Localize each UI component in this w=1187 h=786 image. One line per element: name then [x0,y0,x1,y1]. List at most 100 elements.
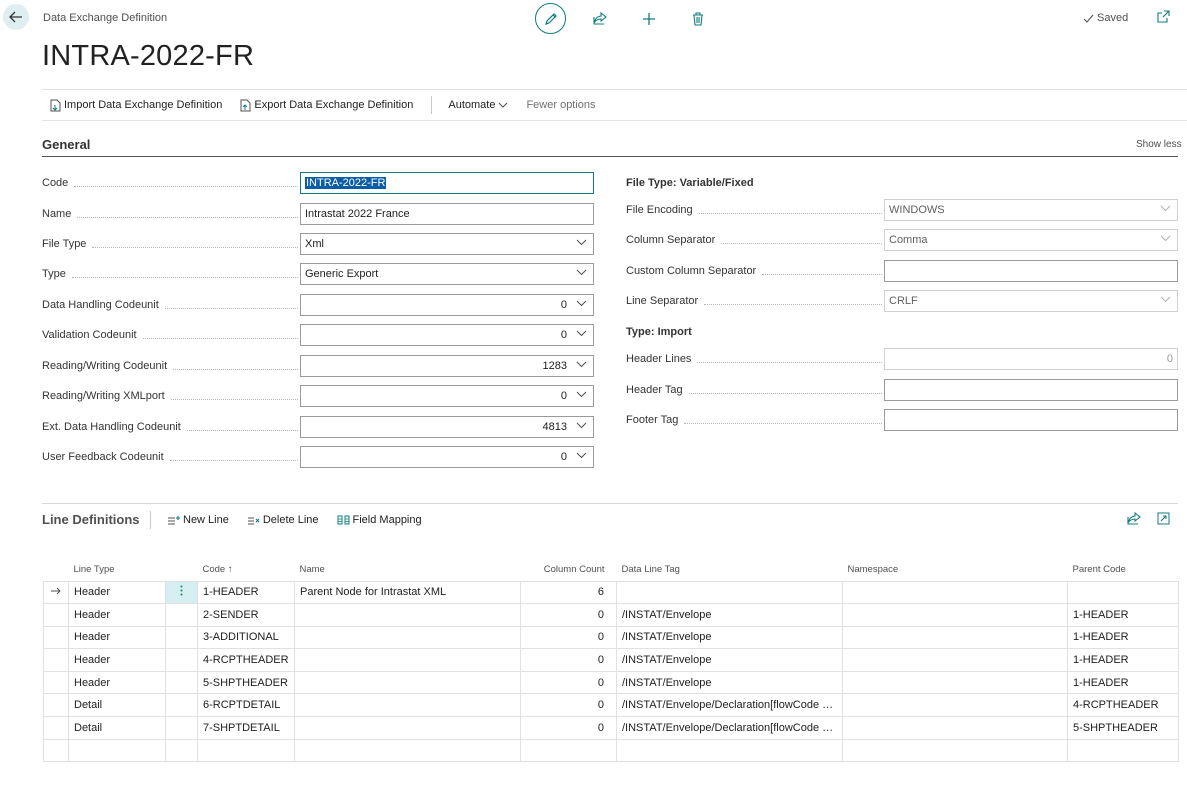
type-select[interactable]: Generic Export [300,263,594,285]
cell-line-type[interactable]: Header [68,625,166,650]
cell-column-count[interactable]: 0 [520,693,617,718]
cell-line-type[interactable]: Header [68,648,166,672]
row-actions-button[interactable] [165,693,198,718]
col-header-name[interactable]: Name [295,558,521,581]
cell-data-line-tag[interactable] [616,580,843,605]
cell-name[interactable]: Parent Node for Intrastat XML [294,580,521,605]
cell-name[interactable] [294,625,521,650]
table-row[interactable]: Header 2-SENDER 0/INSTAT/Envelope 1-HEADER [43,603,1179,627]
new-button[interactable] [633,3,665,34]
cell-data-line-tag[interactable]: /INSTAT/Envelope/Declaration[flowCode =.… [616,716,843,740]
cell-line-type[interactable]: Detail [68,693,166,718]
table-row[interactable]: Header 4-RCPTHEADER 0/INSTAT/Envelope 1-HEA… [43,648,1179,672]
file-type-select[interactable]: Xml [300,233,594,255]
cell-data-line-tag[interactable]: /INSTAT/Envelope [616,625,843,650]
data-handling-codeunit-field[interactable]: 0 [300,294,594,316]
code-field[interactable]: INTRA-2022-FR [300,172,594,194]
table-row[interactable]: Detail 7-SHPTDETAIL 0/INSTAT/Envelope/Decl… [43,716,1179,740]
cell-column-count[interactable]: 0 [520,716,617,740]
cell-code[interactable]: 4-RCPTHEADER [197,648,295,672]
line-separator-select[interactable]: CRLF [884,290,1178,312]
field-mapping-button[interactable]: Field Mapping [337,514,422,526]
empty-cell[interactable] [197,738,295,763]
reading-writing-xmlport-field[interactable]: 0 [300,385,594,407]
col-header-data-line-tag[interactable]: Data Line Tag [617,558,843,581]
cell-parent-code[interactable]: 5-SHPTHEADER [1067,716,1179,740]
row-actions-button[interactable] [165,580,198,605]
automate-menu[interactable]: Automate [448,99,508,111]
cell-namespace[interactable] [842,716,1068,740]
cell-line-type[interactable]: Header [68,580,166,605]
cell-name[interactable] [294,716,521,740]
cell-data-line-tag[interactable]: /INSTAT/Envelope/Declaration[flowCode =.… [616,693,843,718]
cell-code[interactable]: 6-RCPTDETAIL [197,693,295,718]
share-button[interactable] [584,3,616,34]
column-separator-select[interactable]: Comma [884,229,1178,251]
empty-cell[interactable] [165,738,198,763]
cell-namespace[interactable] [842,580,1068,605]
fewer-options-button[interactable]: Fewer options [526,99,595,111]
table-row[interactable]: Detail 6-RCPTDETAIL 0/INSTAT/Envelope/Decl… [43,693,1179,718]
name-field[interactable]: Intrastat 2022 France [300,203,594,225]
col-header-parent-code[interactable]: Parent Code [1068,558,1179,581]
cell-parent-code[interactable]: 1-HEADER [1067,670,1179,695]
row-actions-button[interactable] [165,716,198,740]
empty-cell[interactable] [616,738,843,763]
cell-namespace[interactable] [842,670,1068,695]
cell-line-type[interactable]: Header [68,670,166,695]
table-row[interactable]: Header 1-HEADER Parent Node for Intrastat … [43,580,1179,605]
cell-code[interactable]: 7-SHPTDETAIL [197,716,295,740]
table-row[interactable]: Header 3-ADDITIONAL 0/INSTAT/Envelope 1-HEA… [43,625,1179,650]
empty-cell[interactable] [68,738,166,763]
col-header-column-count[interactable]: Column Count [521,558,617,581]
new-line-button[interactable]: New Line [167,514,229,526]
header-lines-field[interactable]: 0 [884,348,1178,370]
show-less-button[interactable]: Show less [1136,139,1182,150]
ext-data-handling-codeunit-field[interactable]: 4813 [300,416,594,438]
col-header-line-type[interactable]: Line Type [69,558,166,581]
row-actions-button[interactable] [165,625,198,650]
edit-button[interactable] [535,3,566,34]
row-actions-button[interactable] [165,670,198,695]
import-definition-button[interactable]: Import Data Exchange Definition [50,99,222,112]
cell-name[interactable] [294,693,521,718]
cell-name[interactable] [294,603,521,627]
file-encoding-select[interactable]: WINDOWS [884,199,1178,221]
cell-data-line-tag[interactable]: /INSTAT/Envelope [616,670,843,695]
row-actions-button[interactable] [165,648,198,672]
cell-column-count[interactable]: 0 [520,603,617,627]
footer-tag-field[interactable] [884,409,1178,431]
export-definition-button[interactable]: Export Data Exchange Definition [240,99,413,112]
delete-button[interactable] [682,3,714,34]
cell-parent-code[interactable]: 1-HEADER [1067,648,1179,672]
cell-parent-code[interactable]: 1-HEADER [1067,625,1179,650]
cell-parent-code[interactable]: 4-RCPTHEADER [1067,693,1179,718]
empty-new-row[interactable] [43,738,1179,763]
cell-name[interactable] [294,670,521,695]
empty-cell[interactable] [294,738,521,763]
col-header-code[interactable]: Code ↑ [198,558,295,581]
cell-line-type[interactable]: Header [68,603,166,627]
cell-namespace[interactable] [842,648,1068,672]
cell-code[interactable]: 1-HEADER [197,580,295,605]
cell-column-count[interactable]: 0 [520,648,617,672]
empty-cell[interactable] [520,738,617,763]
cell-parent-code[interactable]: 1-HEADER [1067,603,1179,627]
empty-cell[interactable] [842,738,1068,763]
table-row[interactable]: Header 5-SHPTHEADER 0/INSTAT/Envelope 1-HEA… [43,670,1179,695]
ld-share-button[interactable] [1127,511,1141,528]
row-actions-button[interactable] [165,603,198,627]
cell-column-count[interactable]: 0 [520,625,617,650]
reading-writing-codeunit-field[interactable]: 1283 [300,355,594,377]
cell-code[interactable]: 2-SENDER [197,603,295,627]
cell-column-count[interactable]: 6 [520,580,617,605]
cell-data-line-tag[interactable]: /INSTAT/Envelope [616,648,843,672]
cell-data-line-tag[interactable]: /INSTAT/Envelope [616,603,843,627]
cell-parent-code[interactable] [1067,580,1179,605]
header-tag-field[interactable] [884,379,1178,401]
empty-cell[interactable] [43,738,69,763]
cell-code[interactable]: 5-SHPTHEADER [197,670,295,695]
custom-column-separator-field[interactable] [884,260,1178,282]
back-button[interactable] [3,4,29,30]
cell-namespace[interactable] [842,693,1068,718]
